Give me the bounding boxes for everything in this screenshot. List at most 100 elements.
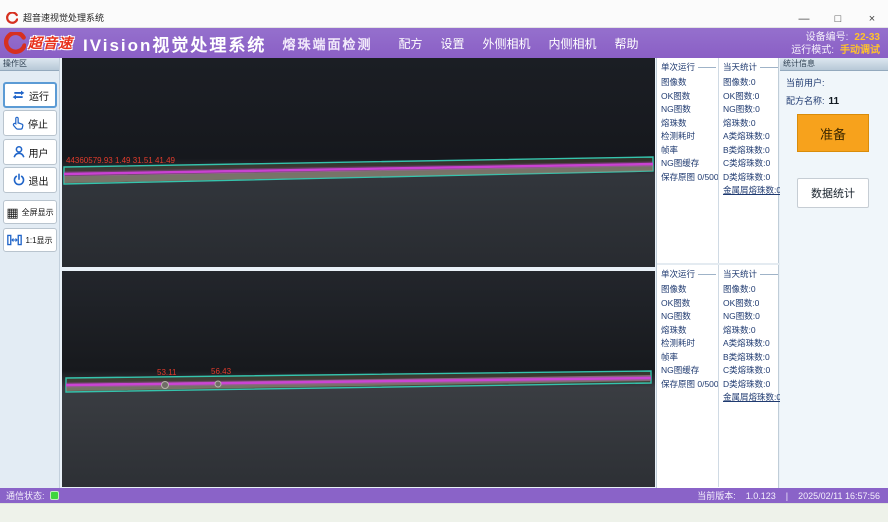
today-title: 当天统计 (723, 268, 757, 280)
stat-row: 熔珠数 (661, 324, 718, 338)
stat-row: C类熔珠数:0 (723, 364, 780, 378)
main-area: 操作区 运行 停止 (0, 58, 888, 488)
single-run-column: 单次运行 图像数OK图数NG图数熔珠数检测耗时帧率NG图缓存保存原图 0/500 (657, 265, 718, 487)
run-mode-value: 手动调试 (840, 44, 880, 57)
single-run-rows: 图像数OK图数NG图数熔珠数检测耗时帧率NG图缓存保存原图 0/500 (661, 76, 718, 184)
version-value: 1.0.123 (746, 491, 776, 501)
exit-button[interactable]: 退出 (3, 167, 57, 193)
stop-button-label: 停止 (28, 116, 48, 131)
one-to-one-icon (7, 234, 22, 246)
stat-row: B类熔珠数:0 (723, 351, 780, 365)
one-to-one-button-label: 1:1显示 (25, 235, 52, 246)
stat-row: A类熔珠数:0 (723, 130, 780, 144)
stat-row: 检测耗时 (661, 130, 718, 144)
measurement-annotation: 44360579.93 1.49 31.51 41.49 (66, 156, 176, 165)
status-separator: | (786, 491, 788, 501)
today-column: 当天统计 图像数:0OK图数:0NG图数:0熔珠数:0A类熔珠数:0B类熔珠数:… (718, 265, 780, 487)
stat-row: 帧率 (661, 351, 718, 365)
stat-row: D类熔珠数:0 (723, 171, 780, 185)
statistics-area: 单次运行 图像数OK图数NG图数熔珠数检测耗时帧率NG图缓存保存原图 0/500… (656, 58, 779, 488)
today-title: 当天统计 (723, 61, 757, 73)
menu-item[interactable]: 配方 (398, 35, 422, 52)
stop-hand-icon (12, 116, 25, 130)
defect-marker (162, 382, 169, 389)
single-run-title: 单次运行 (661, 268, 695, 280)
today-column: 当天统计 图像数:0OK图数:0NG图数:0熔珠数:0A类熔珠数:0B类熔珠数:… (718, 58, 780, 263)
datetime: 2025/02/11 16:57:56 (798, 491, 880, 501)
main-menu: 配方 设置 外侧相机 内侧相机 帮助 (398, 35, 638, 52)
stat-row: 熔珠数:0 (723, 117, 780, 131)
measurement-label: 56.43 (211, 367, 232, 376)
fullscreen-button[interactable]: ▦ 全屏显示 (3, 200, 57, 224)
sidebar-title: 操作区 (0, 58, 59, 71)
user-button[interactable]: 用户 (3, 139, 57, 165)
close-button[interactable]: × (864, 13, 880, 25)
stats-panel-outer: 单次运行 图像数OK图数NG图数熔珠数检测耗时帧率NG图缓存保存原图 0/500… (657, 58, 780, 263)
inner-camera-overlay: 53.11 56.43 (62, 271, 655, 487)
single-run-column: 单次运行 图像数OK图数NG图数熔珠数检测耗时帧率NG图缓存保存原图 0/500 (657, 58, 718, 263)
stat-row: 帧率 (661, 144, 718, 158)
outer-camera-overlay: 44360579.93 1.49 31.51 41.49 (62, 58, 655, 267)
stats-panel-inner: 单次运行 图像数OK图数NG图数熔珠数检测耗时帧率NG图缓存保存原图 0/500… (657, 265, 780, 487)
run-mode-label: 运行模式: (791, 44, 834, 57)
stat-row: C类熔珠数:0 (723, 157, 780, 171)
inner-camera-view[interactable]: 53.11 56.43 (62, 271, 655, 487)
fullscreen-icon: ▦ (6, 206, 18, 219)
info-panel: 统计信息 当前用户: 配方名称: 11 准备 数据统计 (780, 58, 888, 488)
app-logo-icon (6, 12, 18, 24)
run-button[interactable]: 运行 (3, 82, 57, 108)
stat-row: 金属屑熔珠数:0 (723, 184, 780, 198)
defect-marker (215, 381, 221, 387)
exit-button-label: 退出 (29, 173, 49, 188)
menu-item[interactable]: 帮助 (615, 35, 639, 52)
stat-row: 金属屑熔珠数:0 (723, 391, 780, 405)
application-window: 超音速视觉处理系统 — □ × 超音速 IVision视觉处理系统 熔珠端面检测… (0, 0, 888, 522)
stat-row: 检测耗时 (661, 337, 718, 351)
stat-row: B类熔珠数:0 (723, 144, 780, 158)
info-panel-title: 统计信息 (780, 58, 888, 71)
stat-row: 熔珠数 (661, 117, 718, 131)
run-button-label: 运行 (29, 88, 49, 103)
device-info: 设备编号: 22-33 运行模式: 手动调试 (791, 31, 880, 57)
stat-row: NG图缓存 (661, 364, 718, 378)
recipe-name-label: 配方名称: (786, 96, 825, 106)
one-to-one-button[interactable]: 1:1显示 (3, 228, 57, 252)
single-run-title: 单次运行 (661, 61, 695, 73)
title-bar: 超音速视觉处理系统 — □ × (0, 0, 888, 28)
current-user-label: 当前用户: (786, 78, 825, 88)
status-bar: 通信状态: 当前版本: 1.0.123 | 2025/02/11 16:57:5… (0, 488, 888, 503)
menu-item[interactable]: 设置 (440, 35, 464, 52)
stat-row: NG图数:0 (723, 310, 780, 324)
outer-camera-view[interactable]: 44360579.93 1.49 31.51 41.49 (62, 58, 655, 267)
maximize-button[interactable]: □ (830, 13, 846, 25)
minimize-button[interactable]: — (796, 13, 812, 25)
version-label: 当前版本: (697, 489, 736, 502)
stat-row: 图像数 (661, 283, 718, 297)
recipe-name-value: 11 (829, 96, 840, 107)
stat-row: 图像数:0 (723, 76, 780, 90)
brand-swoosh-icon (4, 32, 26, 54)
stat-row: 图像数 (661, 76, 718, 90)
operation-sidebar: 操作区 运行 停止 (0, 58, 60, 488)
device-number-value: 22-33 (854, 31, 880, 44)
stat-row: OK图数 (661, 297, 718, 311)
user-icon (12, 145, 26, 159)
menu-item[interactable]: 外侧相机 (482, 35, 530, 52)
user-button-label: 用户 (29, 145, 49, 160)
brand-logo: 超音速 (4, 32, 73, 54)
app-subtitle: 熔珠端面检测 (282, 34, 372, 53)
prepare-button[interactable]: 准备 (797, 114, 869, 152)
menu-item[interactable]: 内侧相机 (549, 35, 597, 52)
data-statistics-button[interactable]: 数据统计 (797, 178, 869, 208)
stat-row: 保存原图 0/500 (661, 378, 718, 392)
stat-row: OK图数 (661, 90, 718, 104)
power-icon (12, 173, 26, 187)
stat-row: NG图缓存 (661, 157, 718, 171)
comm-status-label: 通信状态: (6, 489, 45, 502)
stat-row: A类熔珠数:0 (723, 337, 780, 351)
header-bar: 超音速 IVision视觉处理系统 熔珠端面检测 配方设置外侧相机内侧相机帮助 … (0, 28, 888, 58)
stat-row: NG图数 (661, 310, 718, 324)
app-title: IVision视觉处理系统 (83, 31, 266, 56)
stat-row: 图像数:0 (723, 283, 780, 297)
stop-button[interactable]: 停止 (3, 110, 57, 136)
